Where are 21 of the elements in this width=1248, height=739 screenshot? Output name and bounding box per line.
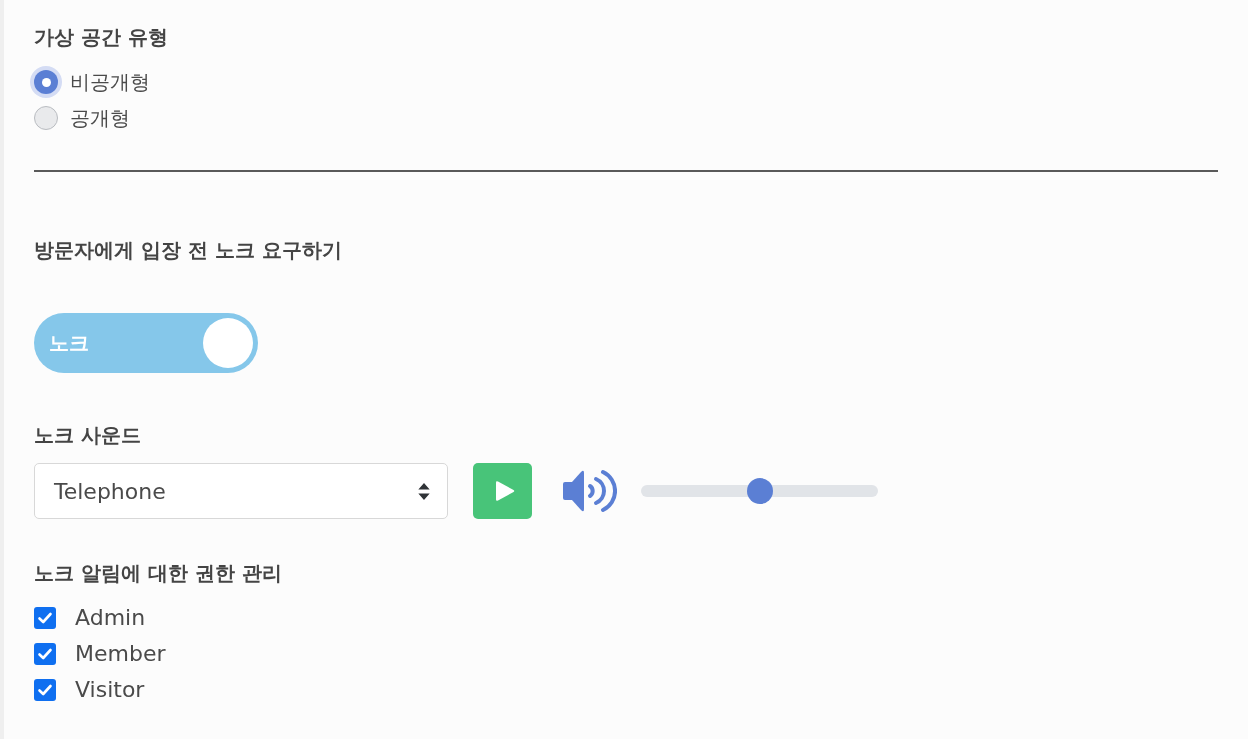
section-heading: 노크 알림에 대한 권한 관리	[34, 560, 282, 587]
section-heading: 가상 공간 유형	[34, 24, 168, 51]
checkbox[interactable]	[34, 679, 56, 701]
checkbox-label[interactable]: Visitor	[75, 676, 145, 704]
checkbox[interactable]	[34, 607, 56, 629]
radio-label[interactable]: 공개형	[70, 104, 130, 132]
slider-thumb[interactable]	[746, 478, 773, 504]
switch-knob[interactable]	[203, 318, 253, 368]
play-icon	[494, 480, 515, 502]
checkbox[interactable]	[34, 643, 56, 665]
radio-button[interactable]	[34, 70, 58, 94]
speaker-icon[interactable]	[563, 468, 617, 514]
radio-button[interactable]	[34, 106, 58, 130]
section-heading: 방문자에게 입장 전 노크 요구하기	[34, 237, 342, 264]
section-heading: 노크 사운드	[34, 422, 141, 449]
radio-label[interactable]: 비공개형	[70, 68, 150, 96]
sound-select[interactable]: Telephone	[34, 463, 448, 519]
up-down-caret-icon	[418, 482, 430, 500]
checkbox-label[interactable]: Admin	[75, 604, 146, 632]
checkbox-label[interactable]: Member	[75, 640, 166, 668]
play-button[interactable]	[473, 463, 532, 519]
